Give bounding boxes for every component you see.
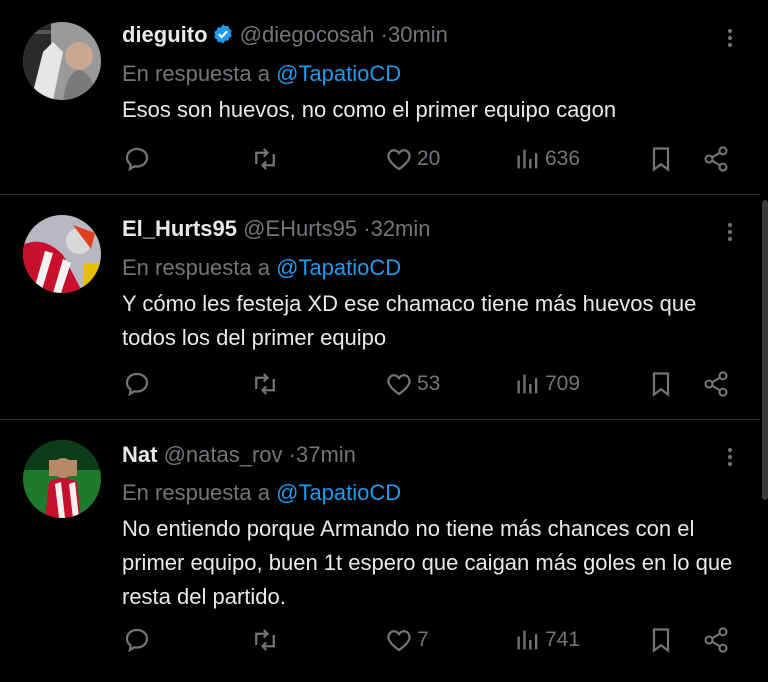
retweet-button[interactable] [250, 623, 280, 657]
retweet-button[interactable] [250, 367, 280, 401]
timestamp[interactable]: 37min [296, 442, 356, 467]
author-name[interactable]: dieguito [122, 22, 208, 47]
views-count: 636 [545, 147, 581, 170]
reply-prefix: En respuesta a [122, 61, 270, 86]
reply-icon [122, 144, 152, 174]
author-name[interactable]: El_Hurts95 [122, 216, 237, 241]
tweet-reply[interactable]: El_Hurts95 @EHurts95 ·32min En respuesta… [0, 195, 760, 420]
separator-dot: · [288, 442, 296, 467]
like-icon [384, 144, 414, 174]
views-count: 709 [545, 372, 581, 395]
bookmark-button[interactable] [647, 623, 675, 657]
timestamp[interactable]: 30min [388, 22, 448, 47]
action-bar: 7 741 [122, 623, 742, 657]
share-button[interactable] [702, 623, 730, 657]
avatar[interactable] [23, 215, 101, 293]
reply-icon [122, 369, 152, 399]
share-button[interactable] [702, 367, 730, 401]
views-button[interactable]: 741 [514, 623, 580, 657]
more-icon[interactable] [718, 220, 742, 244]
like-button[interactable]: 20 [384, 142, 440, 176]
like-button[interactable]: 7 [384, 623, 429, 657]
author-handle[interactable]: @diegocosah [240, 22, 375, 47]
author-handle[interactable]: @EHurts95 [243, 216, 357, 241]
bookmark-icon [647, 369, 675, 399]
views-button[interactable]: 709 [514, 367, 580, 401]
separator-dot: · [380, 22, 388, 47]
action-bar: 53 709 [122, 367, 742, 401]
author-name[interactable]: Nat [122, 442, 157, 467]
more-icon[interactable] [718, 26, 742, 50]
more-icon[interactable] [718, 445, 742, 469]
reply-mention-link[interactable]: @TapatioCD [276, 255, 401, 280]
reply-button[interactable] [122, 367, 152, 401]
like-count: 53 [417, 372, 441, 395]
share-icon [702, 626, 730, 654]
action-bar: 20 636 [122, 142, 742, 176]
tweet-text: No entiendo porque Armando no tiene más … [122, 516, 733, 609]
retweet-icon [250, 144, 280, 174]
tweet-text: Y cómo les festeja XD ese chamaco tiene … [122, 291, 697, 350]
like-icon [384, 369, 414, 399]
reply-icon [122, 625, 152, 655]
views-count: 741 [545, 628, 581, 651]
like-button[interactable]: 53 [384, 367, 440, 401]
avatar[interactable] [23, 440, 101, 518]
reply-button[interactable] [122, 142, 152, 176]
timestamp[interactable]: 32min [371, 216, 431, 241]
reply-mention-link[interactable]: @TapatioCD [276, 61, 401, 86]
reply-mention-link[interactable]: @TapatioCD [276, 480, 401, 505]
tweet-reply[interactable]: Nat @natas_rov ·37min En respuesta a @Ta… [0, 420, 760, 682]
views-icon [514, 626, 542, 654]
bookmark-button[interactable] [647, 367, 675, 401]
bookmark-button[interactable] [647, 142, 675, 176]
reply-button[interactable] [122, 623, 152, 657]
retweet-button[interactable] [250, 142, 280, 176]
views-button[interactable]: 636 [514, 142, 580, 176]
share-icon [702, 145, 730, 173]
scrollbar[interactable] [762, 200, 768, 500]
share-icon [702, 370, 730, 398]
verified-badge-icon [212, 23, 234, 51]
retweet-icon [250, 625, 280, 655]
like-icon [384, 625, 414, 655]
reply-prefix: En respuesta a [122, 255, 270, 280]
share-button[interactable] [702, 142, 730, 176]
like-count: 20 [417, 147, 441, 170]
reply-prefix: En respuesta a [122, 480, 270, 505]
views-icon [514, 370, 542, 398]
avatar[interactable] [23, 22, 101, 100]
separator-dot: · [363, 216, 371, 241]
views-icon [514, 145, 542, 173]
author-handle[interactable]: @natas_rov [164, 442, 283, 467]
bookmark-icon [647, 625, 675, 655]
like-count: 7 [417, 628, 429, 651]
bookmark-icon [647, 144, 675, 174]
tweet-text: Esos son huevos, no como el primer equip… [122, 97, 617, 122]
tweet-reply[interactable]: dieguito @diegocosah ·30min En respuesta… [0, 0, 760, 195]
retweet-icon [250, 369, 280, 399]
